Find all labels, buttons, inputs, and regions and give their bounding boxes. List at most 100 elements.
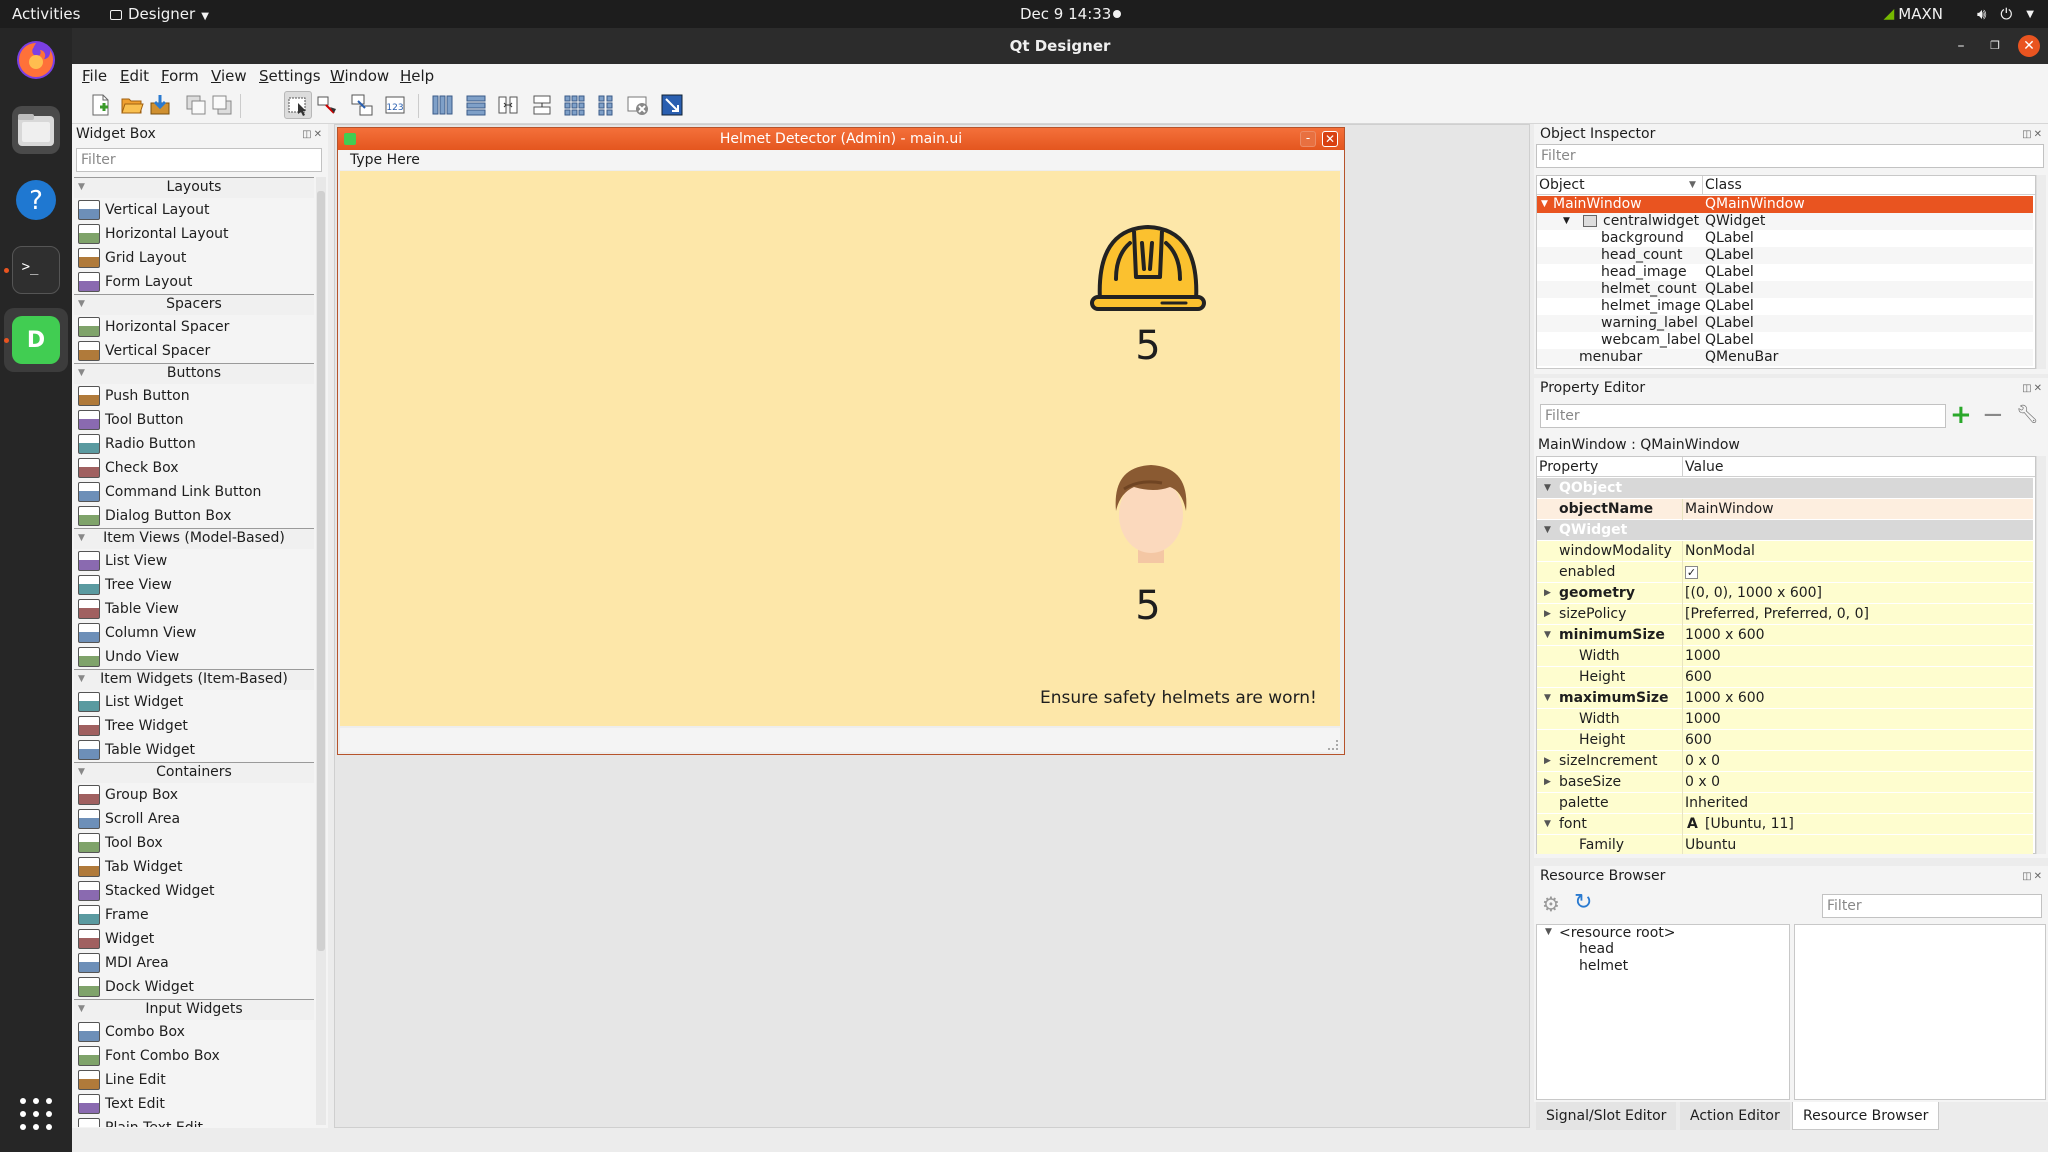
widget-category-header[interactable]: ▼ Input Widgets [74, 999, 314, 1020]
property-row[interactable]: ▼ font A [Ubuntu, 11] [1537, 814, 2033, 835]
widget-item[interactable]: Tree Widget [74, 714, 314, 738]
tab-action-editor[interactable]: Action Editor [1680, 1102, 1790, 1130]
expand-arrow-icon[interactable]: ▼ [1563, 213, 1570, 230]
widget-item[interactable]: Font Combo Box [74, 1044, 314, 1068]
expand-arrow-icon[interactable]: ▼ [1544, 688, 1551, 709]
property-value[interactable]: 600 [1685, 667, 1712, 688]
property-value[interactable]: [Ubuntu, 11] [1705, 814, 1794, 835]
menu-help[interactable]: Help [400, 64, 434, 88]
object-tree-row[interactable]: head_image QLabel [1537, 264, 2033, 281]
object-inspector-filter-input[interactable]: Filter [1536, 144, 2044, 168]
property-filter-input[interactable]: Filter [1540, 404, 1946, 428]
widget-category-header[interactable]: ▼ Containers [74, 762, 314, 783]
widget-item[interactable]: Vertical Spacer [74, 339, 314, 363]
head-image[interactable] [1110, 461, 1192, 563]
widget-item[interactable]: Command Link Button [74, 480, 314, 504]
show-apps-icon[interactable] [20, 1098, 52, 1130]
power-mode-label[interactable]: MAXN [1898, 5, 1943, 23]
layout-grid-icon[interactable] [562, 93, 586, 117]
property-value[interactable]: MainWindow [1685, 499, 1774, 520]
property-row[interactable]: Height 600 [1537, 730, 2033, 751]
tab-signal-slot-editor[interactable]: Signal/Slot Editor [1536, 1102, 1677, 1130]
edit-signals-icon[interactable] [316, 93, 340, 117]
property-row[interactable]: ▶ sizeIncrement 0 x 0 [1537, 751, 2033, 772]
property-row[interactable]: ▼ QWidget [1537, 520, 2033, 541]
files-icon[interactable] [12, 106, 60, 154]
widget-item[interactable]: Push Button [74, 384, 314, 408]
widget-item[interactable]: Tab Widget [74, 855, 314, 879]
window-titlebar[interactable]: Qt Designer – ❐ ✕ [72, 28, 2048, 64]
sort-icon[interactable]: ▼ [1689, 176, 1696, 195]
expand-arrow-icon[interactable]: ▼ [1545, 927, 1552, 937]
property-row[interactable]: Width 1000 [1537, 709, 2033, 730]
expand-arrow-icon[interactable]: ▼ [1544, 520, 1551, 541]
firefox-icon[interactable] [12, 36, 60, 84]
app-menu[interactable]: Designer ▼ [110, 0, 209, 28]
object-tree-row[interactable]: menubar QMenuBar [1537, 349, 2033, 366]
resource-folder-head[interactable]: head [1579, 941, 1614, 957]
form-close-icon[interactable]: ✕ [1322, 131, 1338, 147]
property-row[interactable]: ▶ baseSize 0 x 0 [1537, 772, 2033, 793]
head-count[interactable]: 5 [1108, 583, 1188, 629]
property-row[interactable]: ▼ QObject [1537, 478, 2033, 499]
widget-item[interactable]: Text Edit [74, 1092, 314, 1116]
widget-box-scrollbar[interactable] [316, 177, 326, 1125]
property-value[interactable]: Ubuntu [1685, 835, 1736, 854]
widget-item[interactable]: Stacked Widget [74, 879, 314, 903]
clock[interactable]: Dec 9 14:33 [1020, 0, 1111, 28]
column-object[interactable]: Object [1539, 176, 1585, 195]
property-value[interactable]: [Preferred, Preferred, 0, 0] [1685, 604, 1869, 625]
edit-buddies-icon[interactable] [350, 93, 374, 117]
column-property[interactable]: Property [1539, 457, 1598, 477]
expand-arrow-icon[interactable]: ▼ [78, 295, 85, 314]
column-class[interactable]: Class [1705, 176, 1742, 195]
object-tree-row[interactable]: ▼ MainWindow QMainWindow [1537, 196, 2033, 213]
widget-item[interactable]: Dialog Button Box [74, 504, 314, 528]
widget-item[interactable]: List View [74, 549, 314, 573]
chevron-down-icon[interactable]: ▼ [2026, 9, 2034, 20]
widget-category-header[interactable]: ▼ Spacers [74, 294, 314, 315]
widget-item[interactable]: Undo View [74, 645, 314, 669]
save-form-icon[interactable] [148, 93, 172, 117]
send-to-back-icon[interactable] [184, 93, 208, 117]
dock-float-close-icon[interactable]: ◫✕ [2022, 129, 2044, 140]
widget-item[interactable]: Tree View [74, 573, 314, 597]
edit-widgets-icon[interactable] [286, 93, 310, 117]
object-inspector-scrollbar[interactable] [2036, 175, 2046, 369]
qt-designer-icon[interactable]: D [12, 316, 60, 364]
form-titlebar[interactable]: Helmet Detector (Admin) - main.ui - ✕ [338, 128, 1344, 150]
property-value[interactable]: 1000 x 600 [1685, 625, 1765, 646]
background-label[interactable]: 5 5 Ensure safety helmets are worn! [340, 171, 1340, 726]
form-statusbar[interactable] [340, 728, 1340, 752]
expand-arrow-icon[interactable]: ▶ [1544, 751, 1551, 772]
bring-to-front-icon[interactable] [210, 93, 234, 117]
resource-folder-helmet[interactable]: helmet [1579, 958, 1628, 974]
layout-horizontal-icon[interactable] [430, 93, 454, 117]
widget-box-filter-input[interactable]: Filter [76, 148, 322, 172]
expand-arrow-icon[interactable]: ▼ [78, 364, 85, 383]
property-row[interactable]: enabled ✓ [1537, 562, 2033, 583]
helmet-image[interactable] [1090, 219, 1206, 311]
property-value[interactable]: 600 [1685, 730, 1712, 751]
menu-view[interactable]: View [211, 64, 247, 88]
widget-item[interactable]: Grid Layout [74, 246, 314, 270]
widget-item[interactable]: Check Box [74, 456, 314, 480]
widget-item[interactable]: Group Box [74, 783, 314, 807]
dock-float-close-icon[interactable]: ◫✕ [2022, 383, 2044, 394]
expand-arrow-icon[interactable]: ▶ [1544, 604, 1551, 625]
remove-property-icon[interactable]: − [1982, 402, 2004, 428]
property-row[interactable]: palette Inherited [1537, 793, 2033, 814]
adjust-size-icon[interactable] [660, 93, 684, 117]
edit-tab-order-icon[interactable]: 123 [384, 93, 408, 117]
widget-item[interactable]: Frame [74, 903, 314, 927]
property-row[interactable]: Height 600 [1537, 667, 2033, 688]
menu-window[interactable]: Window [330, 64, 389, 88]
property-value[interactable]: Inherited [1685, 793, 1748, 814]
object-tree-row[interactable]: ▼ centralwidget QWidget [1537, 213, 2033, 230]
form-window[interactable]: Helmet Detector (Admin) - main.ui - ✕ Ty… [337, 127, 1345, 755]
dock-float-close-icon[interactable]: ◫✕ [302, 129, 324, 140]
property-value[interactable]: [(0, 0), 1000 x 600] [1685, 583, 1822, 604]
expand-arrow-icon[interactable]: ▼ [1541, 196, 1548, 213]
break-layout-icon[interactable] [626, 93, 650, 117]
expand-arrow-icon[interactable]: ▶ [1544, 772, 1551, 793]
